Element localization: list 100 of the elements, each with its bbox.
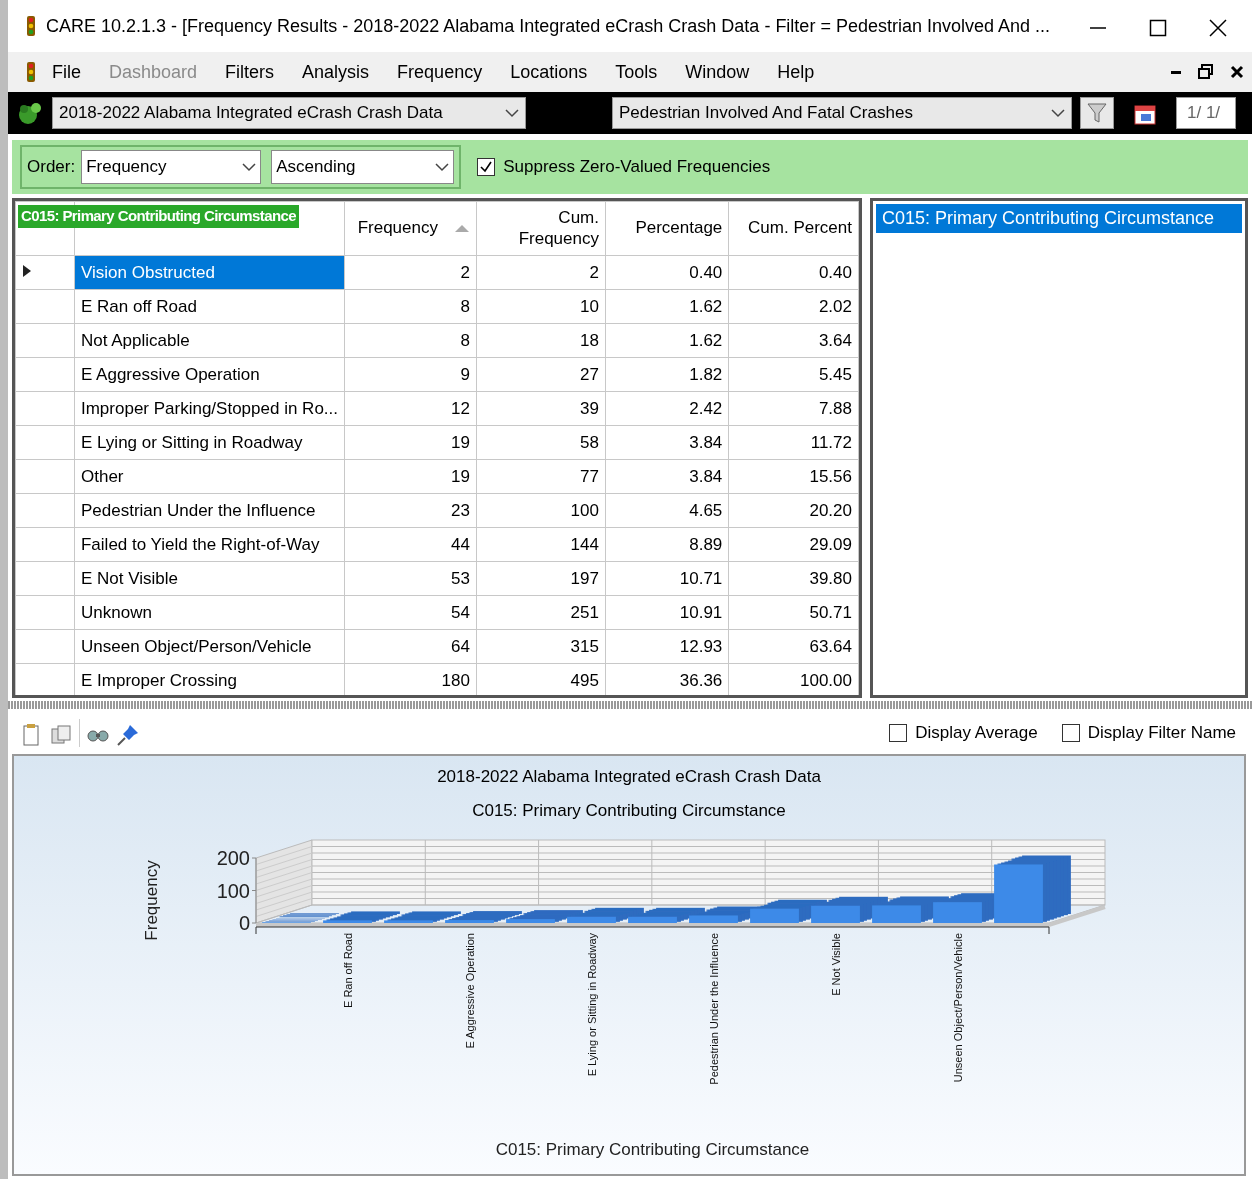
y-tick-label: 200 <box>216 847 250 869</box>
menu-item[interactable]: Locations <box>496 58 602 86</box>
table-cell: 2 <box>476 255 606 290</box>
table-cell[interactable]: E Ran off Road <box>74 289 345 324</box>
table-cell: 53 <box>344 561 477 596</box>
page-field[interactable]: 1/ 1/ <box>1176 97 1236 129</box>
funnel-icon <box>1087 102 1107 124</box>
checkbox-label: Display Average <box>915 722 1038 745</box>
table-cell[interactable]: Vision Obstructed <box>74 255 345 290</box>
table-cell[interactable]: E Lying or Sitting in Roadway <box>74 425 345 460</box>
x-tick-label: E Not Visible <box>829 933 842 996</box>
dataset-dropdown[interactable]: 2018-2022 Alabama Integrated eCrash Crash Data <box>52 97 526 129</box>
menu-item[interactable]: Window <box>671 58 764 86</box>
grid-caption: C015: Primary Contributing Circumstance <box>18 205 299 228</box>
menu-item[interactable]: File <box>38 58 95 86</box>
panel-header: C015: Primary Contributing Circumstance <box>876 204 1242 233</box>
minimize-icon <box>1089 25 1107 30</box>
traffic-light-icon <box>24 62 38 82</box>
table-cell: 77 <box>476 459 606 494</box>
suppress-zero-checkbox[interactable] <box>477 158 496 176</box>
table-cell: 27 <box>476 357 606 392</box>
table-cell[interactable]: Unknown <box>74 595 345 630</box>
table-cell: 8 <box>344 323 477 358</box>
table-cell: 5.45 <box>728 357 859 392</box>
table-cell: 15.56 <box>728 459 859 494</box>
table-cell: 44 <box>344 527 477 562</box>
table-cell: 1.62 <box>605 323 729 358</box>
table-cell: 9 <box>344 357 477 392</box>
table-cell: 10.71 <box>605 561 729 596</box>
table-cell[interactable]: Other <box>74 459 345 494</box>
close-icon <box>1230 65 1244 79</box>
menu-item[interactable]: Help <box>763 58 829 86</box>
row-header[interactable] <box>15 255 75 290</box>
table-cell: 64 <box>344 629 477 664</box>
table-cell[interactable]: Not Applicable <box>74 323 345 358</box>
table-cell: 11.72 <box>728 425 859 460</box>
table-cell: 10.91 <box>605 595 729 630</box>
table-cell: 4.65 <box>605 493 729 528</box>
table-cell[interactable]: Failed to Yield the Right-of-Way <box>74 527 345 562</box>
table-cell: 3.84 <box>605 459 729 494</box>
table-cell: 12 <box>344 391 477 426</box>
menu-item[interactable]: Frequency <box>383 58 497 86</box>
table-cell: 3.84 <box>605 425 729 460</box>
table-cell[interactable]: Pedestrian Under the Influence <box>74 493 345 528</box>
table-cell[interactable]: Improper Parking/Stopped in Ro... <box>74 391 345 426</box>
calendar-icon <box>1133 102 1157 127</box>
table-cell: 19 <box>344 425 477 460</box>
caret-icon <box>242 162 257 172</box>
splitter[interactable] <box>8 701 1252 709</box>
globe-icon <box>16 100 44 126</box>
direction-dropdown[interactable]: Ascending <box>271 150 455 184</box>
table-cell: 144 <box>476 527 606 562</box>
table-cell: 20.20 <box>728 493 859 528</box>
table-cell: 1.82 <box>605 357 729 392</box>
caret-icon <box>1051 108 1065 118</box>
table-cell: 2 <box>344 255 477 290</box>
y-axis-title: Frequency <box>142 860 161 941</box>
table-cell: 251 <box>476 595 606 630</box>
menu-item[interactable]: Analysis <box>288 58 384 86</box>
table-cell: 29.09 <box>728 527 859 562</box>
filter-button[interactable] <box>1080 97 1114 129</box>
y-tick-label: 100 <box>216 879 250 902</box>
copy-icon <box>49 722 73 747</box>
pushpin-icon <box>116 722 140 747</box>
maximize-icon <box>1149 18 1167 37</box>
table-cell: 39 <box>476 391 606 426</box>
table-cell: 19 <box>344 459 477 494</box>
caret-icon <box>435 162 450 172</box>
table-cell: 0.40 <box>605 255 729 290</box>
table-cell: 10 <box>476 289 606 324</box>
filter-dropdown[interactable]: Pedestrian Involved And Fatal Crashes <box>612 97 1072 129</box>
menu-item[interactable]: Tools <box>601 58 672 86</box>
table-cell: 23 <box>344 493 477 528</box>
table-cell: 2.42 <box>605 391 729 426</box>
checkbox-label: Display Filter Name <box>1087 722 1236 745</box>
order-label: Order: <box>27 156 76 179</box>
table-cell[interactable]: Unseen Object/Person/Vehicle <box>74 629 345 664</box>
table-cell: 39.80 <box>728 561 859 596</box>
table-cell: 8.89 <box>605 527 729 562</box>
minimize-icon <box>1170 70 1182 74</box>
x-tick-label: E Aggressive Operation <box>463 933 476 1049</box>
traffic-light-icon <box>24 16 38 36</box>
table-cell: 3.64 <box>728 323 859 358</box>
table-cell: 12.93 <box>605 629 729 664</box>
table-cell: 2.02 <box>728 289 859 324</box>
table-cell[interactable]: E Aggressive Operation <box>74 357 345 392</box>
x-tick-label: E Lying or Sitting in Roadway <box>585 933 598 1077</box>
table-cell: 63.64 <box>728 629 859 664</box>
table-cell: 197 <box>476 561 606 596</box>
x-axis-title: C015: Primary Contributing Circumstance <box>495 1140 810 1159</box>
order-dropdown[interactable]: Frequency <box>81 150 262 184</box>
restore-icon <box>1198 64 1214 80</box>
display-option-checkbox[interactable] <box>1061 724 1080 742</box>
x-tick-label: E Ran off Road <box>341 933 354 1008</box>
x-tick-label: Unseen Object/Person/Vehicle <box>951 933 964 1083</box>
menu-item[interactable]: Filters <box>211 58 289 86</box>
table-cell[interactable]: E Not Visible <box>74 561 345 596</box>
y-tick-label: 0 <box>238 912 250 934</box>
display-option-checkbox[interactable] <box>889 724 908 742</box>
table-cell: 18 <box>476 323 606 358</box>
